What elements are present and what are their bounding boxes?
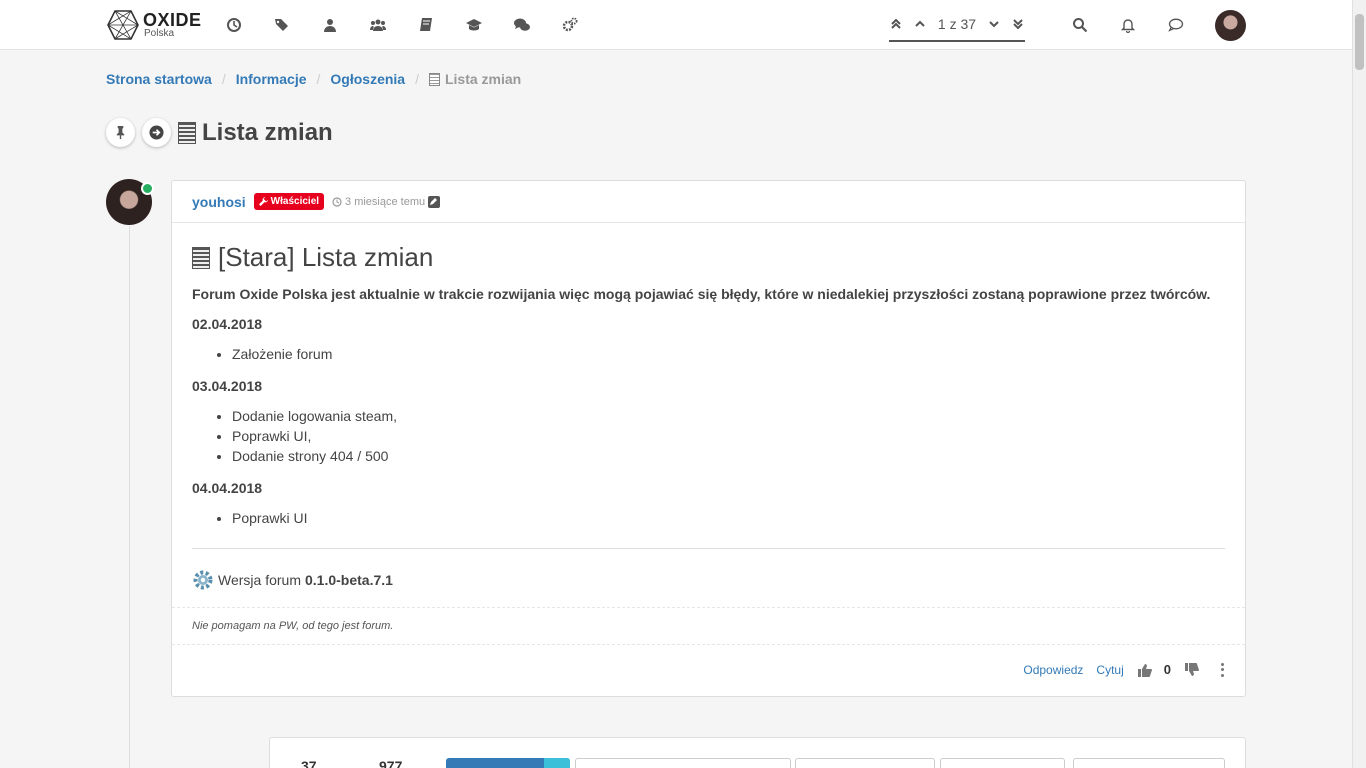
top-navbar: OXIDE Polska 1 z 37 — [0, 0, 1352, 50]
changelog-list: Poprawki UI — [192, 508, 1225, 528]
breadcrumb-informacje[interactable]: Informacje — [236, 71, 307, 87]
list-item: Dodanie strony 404 / 500 — [232, 446, 1225, 466]
version-value: 0.1.0-beta.7.1 — [304, 572, 393, 588]
search-icon[interactable] — [1070, 15, 1090, 35]
post-heading-text: [Stara] Lista zmian — [218, 242, 434, 272]
logo-icon — [107, 10, 139, 40]
reply-button[interactable]: Odpowiedz — [1023, 663, 1083, 677]
post-actions: Odpowiedz Cytuj 0 — [1010, 662, 1225, 677]
logo-title: OXIDE — [143, 10, 202, 30]
pager-count: 1 z 37 — [937, 16, 977, 32]
logo-subtitle: Polska — [144, 28, 175, 39]
cogs-icon[interactable] — [560, 15, 580, 35]
user-icon[interactable] — [320, 15, 340, 35]
post-count: 37 — [301, 758, 317, 768]
tags-icon[interactable] — [272, 15, 292, 35]
breadcrumb-ogloszenia[interactable]: Ogłoszenia — [330, 71, 405, 87]
chats-bubble-icon[interactable] — [1166, 15, 1186, 35]
pin-button[interactable] — [106, 118, 135, 147]
groups-icon[interactable] — [368, 15, 388, 35]
book-icon[interactable] — [416, 15, 436, 35]
pin-icon — [116, 125, 125, 140]
reply-topic-button[interactable] — [446, 758, 570, 768]
forum-version: Wersja forum 0.1.0-beta.7.1 — [192, 569, 1225, 591]
post-pager[interactable]: 1 z 37 — [889, 12, 1025, 42]
post-menu-icon[interactable] — [1221, 662, 1225, 677]
owner-badge[interactable]: Właściciel — [253, 193, 325, 210]
post-signature: Nie pomagam na PW, od tego jest forum. — [172, 607, 1245, 645]
online-status-indicator — [141, 182, 154, 195]
arrow-circle-right-icon — [149, 125, 164, 140]
document-icon — [192, 246, 210, 269]
changelog-date: 02.04.2018 — [192, 316, 263, 332]
user-menu-avatar[interactable] — [1215, 10, 1246, 41]
first-page-icon[interactable] — [889, 17, 903, 31]
changelog-date: 03.04.2018 — [192, 378, 263, 394]
version-label: Wersja forum — [218, 572, 301, 588]
chat-icon[interactable] — [512, 15, 532, 35]
recent-icon[interactable] — [224, 15, 244, 35]
list-item: Założenie forum — [232, 344, 1225, 364]
thumbs-down-icon[interactable] — [1185, 662, 1199, 677]
timeline-line — [129, 226, 130, 768]
edit-icon[interactable] — [428, 195, 441, 208]
changelog-list: Założenie forum — [192, 344, 1225, 364]
breadcrumb-separator: / — [415, 71, 419, 87]
post-content: [Stara] Lista zmian Forum Oxide Polska j… — [172, 242, 1245, 591]
last-page-icon[interactable] — [1011, 17, 1025, 31]
go-to-button[interactable] — [142, 118, 171, 147]
owner-badge-label: Właściciel — [270, 196, 320, 207]
divider — [192, 548, 1225, 549]
post-time-label: 3 miesiące temu — [345, 195, 426, 208]
document-icon — [178, 121, 196, 144]
topic-header: Lista zmian — [106, 118, 333, 147]
changelog-list: Dodanie logowania steam, Poprawki UI, Do… — [192, 406, 1225, 466]
thumbs-up-icon[interactable] — [1137, 663, 1152, 677]
document-icon — [428, 72, 440, 86]
notifications-bell-icon[interactable] — [1118, 15, 1138, 35]
breadcrumb-current: Lista zmian — [428, 71, 522, 87]
post-heading: [Stara] Lista zmian — [192, 242, 1225, 273]
gear-icon — [193, 570, 213, 590]
view-count: 977 — [379, 758, 403, 768]
post-card: youhosi Właściciel 3 miesiące temu [Star… — [171, 180, 1246, 697]
list-item: Dodanie logowania steam, — [232, 406, 1225, 426]
post-intro: Forum Oxide Polska jest aktualnie w trak… — [192, 286, 1211, 302]
breadcrumb-home[interactable]: Strona startowa — [106, 71, 212, 87]
breadcrumb-separator: / — [221, 71, 226, 87]
tools-button[interactable] — [940, 758, 1065, 768]
post-timestamp[interactable]: 3 miesiące temu — [332, 195, 441, 208]
breadcrumb: Strona startowa / Informacje / Ogłoszeni… — [106, 71, 521, 87]
prev-page-icon[interactable] — [913, 17, 927, 31]
topic-title-text: Lista zmian — [202, 118, 333, 146]
list-item: Poprawki UI — [232, 508, 1225, 528]
reply-dropdown-toggle[interactable] — [544, 758, 570, 768]
watch-button[interactable] — [575, 758, 791, 768]
breadcrumb-separator: / — [316, 71, 321, 87]
thread-tools-button[interactable] — [1073, 758, 1225, 768]
wrench-icon — [258, 197, 268, 206]
next-page-icon[interactable] — [987, 17, 1001, 31]
clock-icon — [332, 196, 342, 207]
topic-title: Lista zmian — [178, 119, 333, 147]
topic-stats-panel: 37 977 — [269, 737, 1246, 768]
sort-button[interactable] — [795, 758, 935, 768]
scrollbar-thumb[interactable] — [1355, 14, 1364, 70]
page-scrollbar[interactable] — [1352, 0, 1366, 768]
graduation-cap-icon[interactable] — [464, 15, 484, 35]
breadcrumb-current-label: Lista zmian — [444, 71, 522, 87]
quote-button[interactable]: Cytuj — [1096, 663, 1123, 677]
site-logo[interactable]: OXIDE Polska — [106, 8, 202, 42]
list-item: Poprawki UI, — [232, 426, 1225, 446]
vote-count: 0 — [1163, 662, 1171, 677]
post-header: youhosi Właściciel 3 miesiące temu — [172, 181, 1245, 223]
post-author-name[interactable]: youhosi — [192, 194, 246, 210]
changelog-date: 04.04.2018 — [192, 480, 263, 496]
